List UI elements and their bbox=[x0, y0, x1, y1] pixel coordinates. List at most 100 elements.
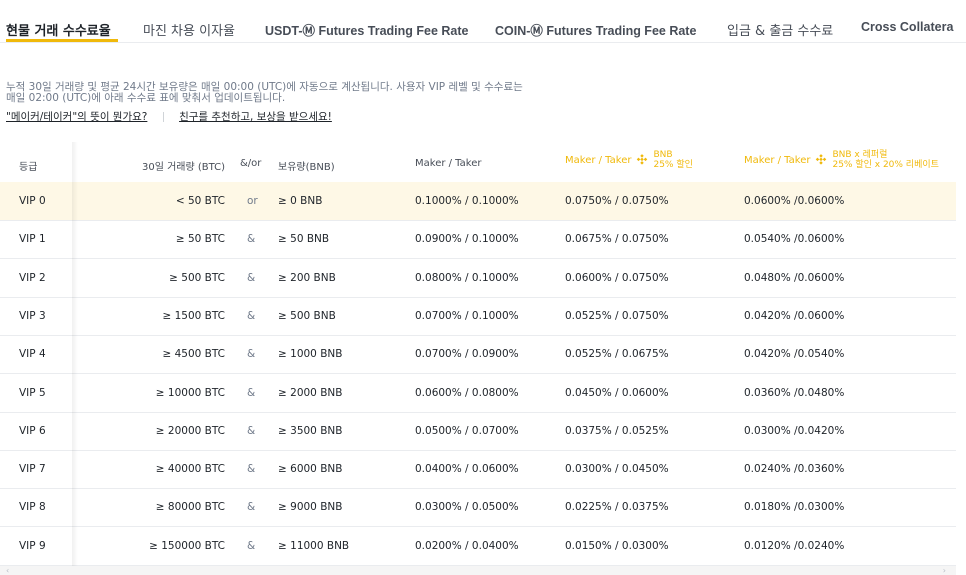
header-maker-taker-bnb: Maker / Taker BNB 25% 할인 bbox=[565, 150, 693, 170]
bnb-icon bbox=[816, 154, 827, 165]
maker-taker-cell: 0.0200% / 0.0400% bbox=[415, 539, 519, 552]
operator-cell: or bbox=[247, 195, 258, 207]
tab-cross-collateral[interactable]: Cross Collatera bbox=[861, 20, 953, 34]
table-row: VIP 7 ≥ 40000 BTC & ≥ 6000 BNB 0.0400% / 0.0… bbox=[0, 450, 956, 490]
operator-cell: & bbox=[247, 233, 256, 246]
header-maker-taker-bnb-ref-label: Maker / Taker bbox=[744, 154, 811, 166]
header-andor: &/or bbox=[240, 158, 262, 169]
tier-cell: VIP 0 bbox=[19, 195, 46, 207]
bnb-referral-cell: 0.0180% /0.0300% bbox=[744, 501, 845, 514]
active-tab-indicator bbox=[6, 39, 118, 42]
maker-taker-cell: 0.0600% / 0.0800% bbox=[415, 386, 519, 399]
header-bnb-discount-line2: 25% 할인 bbox=[653, 160, 693, 170]
tab-deposit-withdraw-fee[interactable]: 입금 & 출금 수수료 bbox=[727, 20, 833, 39]
horizontal-scrollbar[interactable]: ‹ › bbox=[0, 566, 956, 575]
volume-cell: ≥ 20000 BTC bbox=[155, 424, 225, 437]
bnb-holding-cell: ≥ 200 BNB bbox=[278, 271, 336, 284]
tier-cell: VIP 1 bbox=[19, 233, 46, 246]
tier-cell: VIP 5 bbox=[19, 386, 46, 399]
bnb-holding-cell: ≥ 2000 BNB bbox=[278, 386, 343, 399]
maker-taker-cell: 0.1000% / 0.1000% bbox=[415, 195, 519, 207]
tier-cell: VIP 8 bbox=[19, 501, 46, 514]
bnb-icon bbox=[637, 154, 648, 165]
bnb-discount-cell: 0.0525% / 0.0750% bbox=[565, 309, 669, 322]
operator-cell: & bbox=[247, 271, 256, 284]
volume-cell: ≥ 150000 BTC bbox=[149, 539, 225, 552]
bnb-discount-cell: 0.0750% / 0.0750% bbox=[565, 195, 669, 207]
bnb-discount-cell: 0.0525% / 0.0675% bbox=[565, 348, 669, 361]
tab-margin-interest[interactable]: 마진 차용 이자율 bbox=[143, 20, 235, 39]
bnb-holding-cell: ≥ 3500 BNB bbox=[278, 424, 343, 437]
volume-cell: ≥ 40000 BTC bbox=[155, 463, 225, 476]
bnb-holding-cell: ≥ 0 BNB bbox=[278, 195, 323, 207]
bnb-referral-cell: 0.0600% /0.0600% bbox=[744, 195, 845, 207]
tab-spot-trading-fee[interactable]: 현물 거래 수수료율 bbox=[6, 20, 111, 39]
header-volume: 30일 거래량 (BTC) bbox=[142, 162, 226, 173]
bnb-referral-cell: 0.0120% /0.0240% bbox=[744, 539, 845, 552]
volume-cell: < 50 BTC bbox=[175, 195, 225, 207]
scroll-left-icon[interactable]: ‹ bbox=[6, 566, 9, 575]
bnb-holding-cell: ≥ 1000 BNB bbox=[278, 348, 343, 361]
maker-taker-cell: 0.0400% / 0.0600% bbox=[415, 463, 519, 476]
maker-taker-link[interactable]: "메이커/테이커"의 뜻이 뭔가요? bbox=[6, 111, 147, 123]
maker-taker-cell: 0.0500% / 0.0700% bbox=[415, 424, 519, 437]
bnb-holding-cell: ≥ 9000 BNB bbox=[278, 501, 343, 514]
header-bnb-discount: BNB 25% 할인 bbox=[653, 150, 692, 170]
operator-cell: & bbox=[247, 539, 256, 552]
header-maker-taker-bnb-referral: Maker / Taker BNB x 레퍼럴 25% 할인 x 20% 리베이… bbox=[744, 150, 939, 170]
tier-cell: VIP 4 bbox=[19, 348, 46, 361]
tier-cell: VIP 6 bbox=[19, 424, 46, 437]
header-bnb-discount-line1: BNB bbox=[653, 150, 673, 160]
bnb-discount-cell: 0.0225% / 0.0375% bbox=[565, 501, 669, 514]
bnb-holding-cell: ≥ 11000 BNB bbox=[278, 539, 350, 552]
table-row: VIP 0 < 50 BTC or ≥ 0 BNB 0.1000% / 0.1000% 0… bbox=[0, 182, 956, 221]
bnb-discount-cell: 0.0450% / 0.0600% bbox=[565, 386, 669, 399]
bnb-discount-cell: 0.0600% / 0.0750% bbox=[565, 271, 669, 284]
table-row: VIP 2 ≥ 500 BTC & ≥ 200 BNB 0.0800% / 0.1000… bbox=[0, 259, 956, 298]
referral-link[interactable]: 친구를 추천하고, 보상을 받으세요! bbox=[179, 111, 332, 123]
bnb-referral-cell: 0.0420% /0.0540% bbox=[744, 348, 845, 361]
operator-cell: & bbox=[247, 463, 256, 476]
tier-cell: VIP 3 bbox=[19, 309, 46, 322]
maker-taker-cell: 0.0700% / 0.0900% bbox=[415, 348, 519, 361]
table-row: VIP 6 ≥ 20000 BTC & ≥ 3500 BNB 0.0500% / 0.0… bbox=[0, 412, 956, 451]
bnb-discount-cell: 0.0375% / 0.0525% bbox=[565, 424, 669, 437]
bnb-referral-cell: 0.0300% /0.0420% bbox=[744, 424, 845, 437]
volume-cell: ≥ 50 BTC bbox=[175, 233, 225, 246]
volume-cell: ≥ 80000 BTC bbox=[155, 501, 225, 514]
tier-cell: VIP 9 bbox=[19, 539, 46, 552]
maker-taker-cell: 0.0800% / 0.1000% bbox=[415, 271, 519, 284]
maker-taker-cell: 0.0300% / 0.0500% bbox=[415, 501, 519, 514]
table-row: VIP 4 ≥ 4500 BTC & ≥ 1000 BNB 0.0700% / 0.09… bbox=[0, 335, 956, 375]
volume-cell: ≥ 500 BTC bbox=[169, 271, 225, 284]
tier-cell: VIP 2 bbox=[19, 271, 46, 284]
scroll-right-icon[interactable]: › bbox=[943, 566, 946, 575]
table-row: VIP 5 ≥ 10000 BTC & ≥ 2000 BNB 0.0600% / 0.0… bbox=[0, 374, 956, 413]
volume-cell: ≥ 4500 BTC bbox=[162, 348, 225, 361]
tab-coin-futures-fee[interactable]: COIN-Ⓜ Futures Trading Fee Rate bbox=[495, 20, 696, 39]
header-maker-taker: Maker / Taker bbox=[415, 158, 482, 169]
header-bnb-referral: BNB x 레퍼럴 25% 할인 x 20% 리베이트 bbox=[832, 150, 938, 170]
table-row: VIP 9 ≥ 150000 BTC & ≥ 11000 BNB 0.0200% / 0… bbox=[0, 527, 956, 566]
bnb-holding-cell: ≥ 6000 BNB bbox=[278, 463, 343, 476]
header-bnb-referral-line2: 25% 할인 x 20% 리베이트 bbox=[832, 160, 939, 170]
bnb-discount-cell: 0.0300% / 0.0450% bbox=[565, 463, 669, 476]
help-links: "메이커/테이커"의 뜻이 뭔가요? 친구를 추천하고, 보상을 받으세요! bbox=[6, 109, 332, 124]
tab-usdt-futures-fee[interactable]: USDT-Ⓜ Futures Trading Fee Rate bbox=[265, 20, 469, 39]
intro-text: 누적 30일 거래량 및 평균 24시간 보유량은 매일 00:00 (UTC)… bbox=[6, 82, 523, 104]
table-header: 등급 30일 거래량 (BTC) &/or 보유량(BNB) Maker / T… bbox=[0, 142, 956, 182]
bnb-discount-cell: 0.0150% / 0.0300% bbox=[565, 539, 669, 552]
volume-cell: ≥ 10000 BTC bbox=[155, 386, 225, 399]
operator-cell: & bbox=[247, 309, 256, 322]
table-row: VIP 8 ≥ 80000 BTC & ≥ 9000 BNB 0.0300% / 0.0… bbox=[0, 488, 956, 528]
header-bnb-holding: 보유량(BNB) bbox=[278, 162, 335, 173]
bnb-referral-cell: 0.0480% /0.0600% bbox=[744, 271, 845, 284]
maker-taker-cell: 0.0700% / 0.1000% bbox=[415, 309, 519, 322]
bnb-holding-cell: ≥ 50 BNB bbox=[278, 233, 330, 246]
tier-cell: VIP 7 bbox=[19, 463, 46, 476]
bnb-referral-cell: 0.0360% /0.0480% bbox=[744, 386, 845, 399]
operator-cell: & bbox=[247, 501, 256, 514]
header-bnb-referral-line1: BNB x 레퍼럴 bbox=[832, 150, 888, 160]
bnb-referral-cell: 0.0420% /0.0600% bbox=[744, 309, 845, 322]
bnb-referral-cell: 0.0240% /0.0360% bbox=[744, 463, 845, 476]
